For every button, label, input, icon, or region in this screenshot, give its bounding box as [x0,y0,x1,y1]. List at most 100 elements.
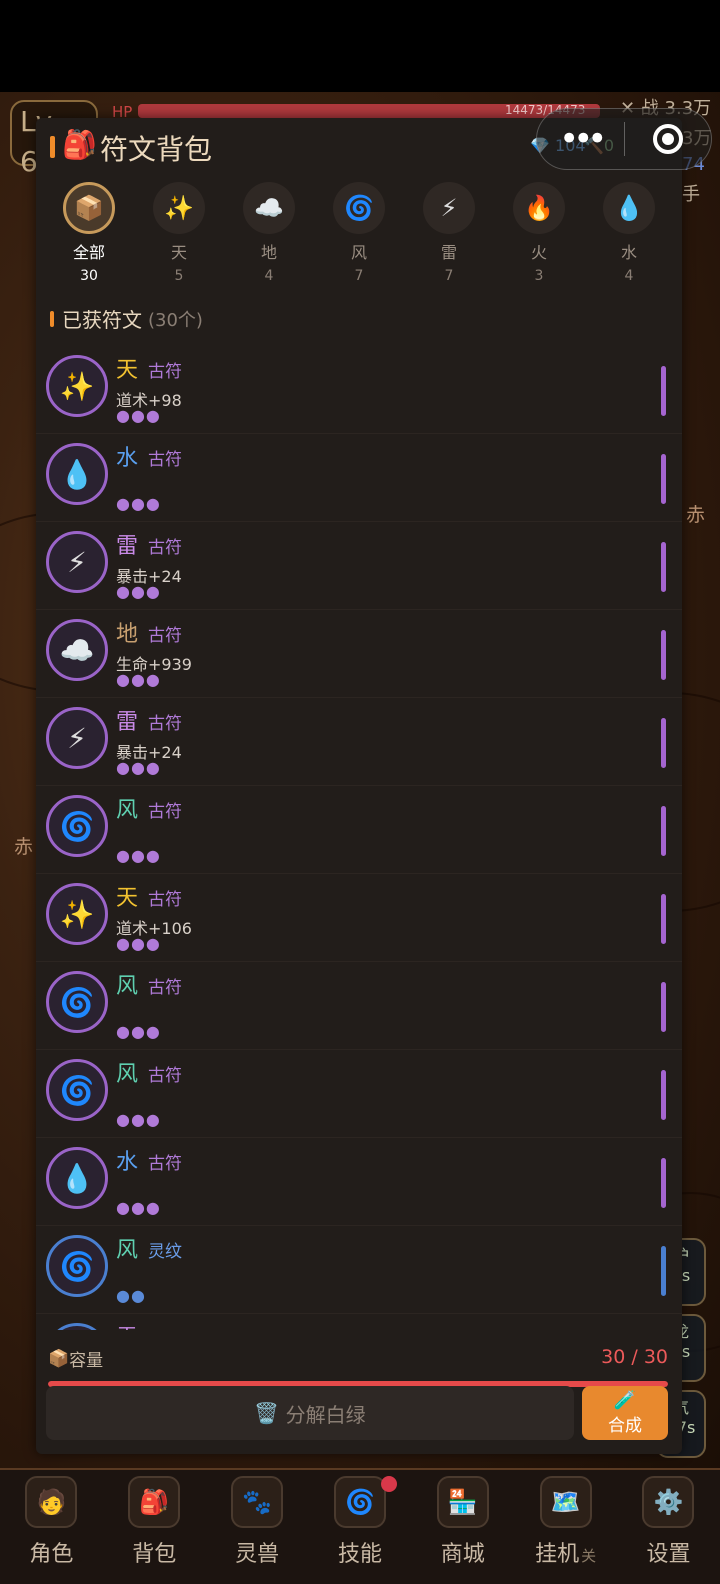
rarity-bar [661,1246,666,1296]
filter-count: 3 [534,268,544,284]
rune-item[interactable]: ✨ 天 古符 道术+106 ●●● [36,874,682,962]
filter-tab[interactable]: 💧 水 4 [591,182,667,290]
nav-label-text: 设置 [646,1542,691,1567]
section-accent-bar [50,310,54,327]
rune-grade: 古符 [148,1066,182,1086]
rune-type: 风 [116,1062,139,1087]
rune-item[interactable]: ⚡ 雷 灵纹 [36,1314,682,1330]
nav-item[interactable]: 🐾 灵兽 [212,1476,302,1584]
rune-icon: ✨ [46,355,108,417]
rune-item[interactable]: 🌀 风 灵纹 ●● [36,1226,682,1314]
rune-item[interactable]: 🌀 风 古符 ●●● [36,962,682,1050]
rune-icon: ✨ [46,883,108,945]
rune-item[interactable]: ⚡ 雷 古符 暴击+24 ●●● [36,698,682,786]
nav-icon: 🧑 [25,1476,78,1528]
compose-label: 合成 [608,1416,642,1436]
capacity-label-text: 容量 [69,1351,104,1371]
rune-grade: 灵纹 [148,1242,182,1262]
element-icon: 🔥 [513,182,565,234]
rune-grade: 古符 [148,890,182,910]
rune-type: 雷 [116,1320,138,1330]
nav-item[interactable]: 🌀 技能 [315,1476,405,1584]
element-icon: ✨ [153,182,205,234]
rune-type: 天 [116,886,139,911]
rune-list[interactable]: ✨ 天 古符 道术+98 ●●● 💧 水 古符 ●●● ⚡ 雷 古符 暴击+24… [36,346,682,1330]
filter-tab[interactable]: 🌀 风 7 [321,182,397,290]
nav-sub-label: 关 [581,1547,597,1565]
rune-icon: 🌀 [46,1059,108,1121]
nav-label: 设置 [646,1536,690,1568]
rune-level-dots: ●●● [116,1110,161,1129]
filter-count: 7 [354,268,364,284]
rune-grade: 灵纹 [148,1325,182,1330]
filter-tab[interactable]: ☁️ 地 4 [231,182,307,290]
nav-item[interactable]: 🧑 角色 [6,1476,96,1584]
rune-grade: 古符 [148,714,182,734]
rune-item[interactable]: 💧 水 古符 ●●● [36,434,682,522]
rune-icon: ⚡ [46,707,108,769]
filter-tab[interactable]: ✨ 天 5 [141,182,217,290]
rune-item[interactable]: 🌀 风 古符 ●●● [36,786,682,874]
section-count: (30个) [148,309,203,331]
nav-label-text: 商城 [440,1542,485,1567]
nav-icon: 🐾 [231,1476,284,1528]
nav-label: 挂机关 [535,1536,596,1568]
rune-item[interactable]: ⚡ 雷 古符 暴击+24 ●●● [36,522,682,610]
target-icon[interactable] [625,124,712,154]
filter-label: 天 [170,243,187,262]
filter-tab[interactable]: ⚡ 雷 7 [411,182,487,290]
filter-label: 风 [350,243,367,262]
decompose-button[interactable]: 🗑️ 分解白绿 [46,1386,574,1440]
element-icon: ☁️ [243,182,295,234]
rune-grade: 古符 [148,626,182,646]
filter-count: 5 [174,268,184,284]
element-icon: ⚡ [423,182,475,234]
decompose-label: 分解白绿 [285,1402,366,1427]
title-accent-bar [50,136,55,158]
filter-count: 30 [80,268,98,284]
nav-label: 背包 [132,1536,176,1568]
rarity-bar [661,454,666,504]
rune-icon: 💧 [46,1147,108,1209]
rune-type: 雷 [116,534,139,559]
nav-icon: 🌀 [333,1476,386,1528]
nav-item[interactable]: 🎒 背包 [109,1476,199,1584]
panel-title: 符文背包 [100,133,213,166]
element-filter-tabs: 📦 全部 30 ✨ 天 5 ☁️ 地 4 🌀 风 7 ⚡ 雷 7 🔥 火 3 💧 水 4 [36,182,682,290]
nav-label-text: 角色 [29,1542,74,1567]
nav-icon: 🗺️ [539,1476,592,1528]
rune-item[interactable]: ✨ 天 古符 道术+98 ●●● [36,346,682,434]
filter-label: 雷 [440,243,457,262]
rune-level-dots: ●●● [116,406,161,425]
nav-label-text: 背包 [132,1542,177,1567]
rune-level-dots: ●●● [116,494,161,513]
miniprogram-capsule: ••• [536,108,712,170]
element-icon: 💧 [603,182,655,234]
rune-level-dots: ●●● [116,1022,161,1041]
filter-tab[interactable]: 📦 全部 30 [51,182,127,290]
rune-grade: 古符 [148,450,182,470]
rune-icon: ⚡ [46,1323,108,1330]
nav-label-text: 技能 [337,1542,382,1567]
nav-icon: 🏪 [436,1476,489,1528]
rune-item[interactable]: 🌀 风 古符 ●●● [36,1050,682,1138]
nav-label: 商城 [441,1536,485,1568]
rune-item[interactable]: ☁️ 地 古符 生命+939 ●●● [36,610,682,698]
nav-item[interactable]: 🏪 商城 [418,1476,508,1584]
nav-item[interactable]: 🗺️ 挂机关 [521,1476,611,1584]
more-dots-icon[interactable]: ••• [537,119,624,159]
rune-item[interactable]: 💧 水 古符 ●●● [36,1138,682,1226]
rune-type: 地 [116,622,139,647]
filter-tab[interactable]: 🔥 火 3 [501,182,577,290]
capacity-meter: 📦 容量 30 / 30 [48,1346,668,1387]
rune-type: 水 [116,1150,139,1175]
rarity-bar [661,630,666,680]
rune-type: 风 [116,1238,139,1263]
hud-hand-label: 手 [682,184,700,205]
filter-count: 7 [444,268,454,284]
rarity-bar [661,542,666,592]
filter-label: 火 [530,243,547,262]
nav-item[interactable]: ⚙️ 设置 [623,1476,713,1584]
compose-button[interactable]: 🧪 合成 [582,1386,668,1440]
notification-dot [380,1476,397,1492]
